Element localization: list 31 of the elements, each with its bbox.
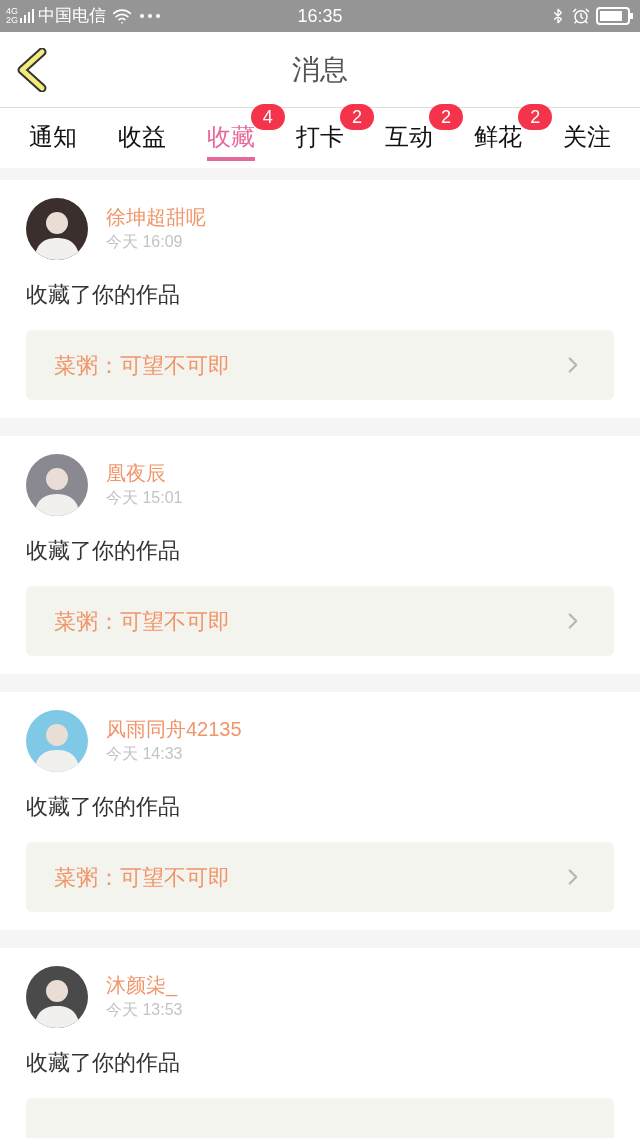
carrier-name: 中国电信 (38, 5, 106, 28)
message-time: 今天 15:01 (106, 488, 183, 508)
page-title: 消息 (292, 52, 348, 87)
work-link[interactable]: 菜粥：可望不可即 (26, 330, 614, 400)
tab[interactable]: 收益 (117, 115, 166, 161)
message-text: 收藏了你的作品 (26, 537, 181, 565)
user-name[interactable]: 沐颜柒_ (106, 972, 183, 998)
message-time: 今天 16:09 (106, 232, 184, 252)
message-time: 今天 13:53 (106, 1000, 183, 1020)
wifi-icon (112, 6, 132, 26)
count-badge: 2 (429, 104, 464, 130)
network-label: 2G (6, 16, 18, 25)
tab[interactable]: 通知 (28, 115, 77, 161)
back-chevron-icon (16, 47, 48, 92)
signal-icon (20, 8, 34, 24)
alarm-icon (572, 7, 590, 25)
message-text: 收藏了你的作品 (26, 281, 181, 309)
count-badge: 2 (340, 104, 374, 130)
user-name[interactable]: 徐坤超甜呢 (106, 204, 206, 230)
more-icon (140, 14, 160, 18)
network-label: 4G (6, 7, 18, 16)
message-text: 收藏了你的作品 (26, 1049, 181, 1077)
message-time: 今天 14:33 (106, 744, 184, 764)
clock-time: 16:35 (297, 4, 343, 28)
user-name[interactable]: 凰夜辰 (106, 460, 183, 486)
tab[interactable]: 关注 (563, 115, 612, 161)
user-name[interactable]: 风雨同舟42135 (106, 716, 242, 742)
message-text: 收藏了你的作品 (26, 793, 181, 821)
battery-icon (596, 7, 634, 25)
work-link[interactable]: 菜粥：可望不可即 (26, 842, 614, 912)
work-link[interactable]: 菜粥：可望不可即 (26, 586, 614, 656)
